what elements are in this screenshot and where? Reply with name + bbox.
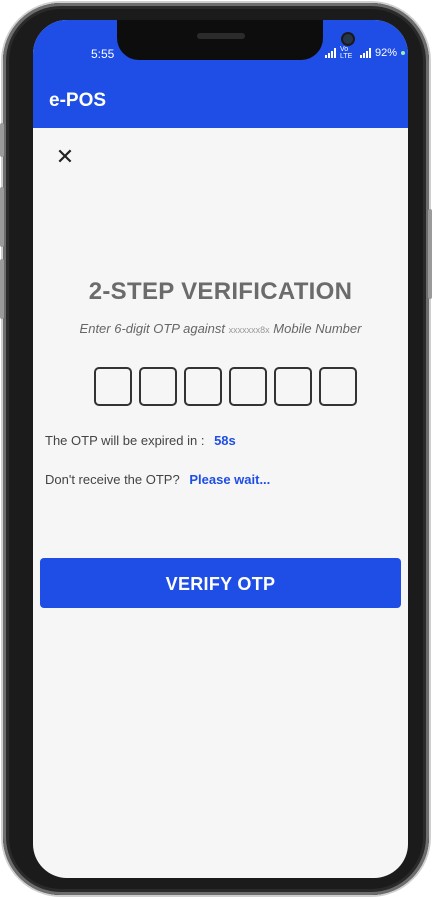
verify-otp-button[interactable]: VERIFY OTP	[40, 558, 401, 608]
otp-digit-6[interactable]	[319, 367, 357, 406]
otp-digit-2[interactable]	[139, 367, 177, 406]
otp-input-group	[94, 367, 357, 406]
otp-instruction: Enter 6-digit OTP against xxxxxxx8x Mobi…	[59, 320, 382, 339]
battery-icon	[401, 51, 406, 55]
masked-number: xxxxxxx8x	[228, 325, 270, 335]
close-icon[interactable]: ✕	[53, 146, 77, 170]
status-time: 5:55	[91, 47, 115, 61]
otp-digit-5[interactable]	[274, 367, 312, 406]
signal-icon	[325, 48, 336, 58]
resend-label: Don't receive the OTP?	[45, 472, 180, 487]
instruction-prefix: Enter 6-digit OTP against	[79, 321, 226, 336]
battery-level: 92%	[375, 47, 398, 59]
otp-digit-3[interactable]	[184, 367, 222, 406]
phone-notch	[117, 20, 353, 60]
page-title: 2-STEP VERIFICATION	[88, 278, 353, 305]
speaker-grille	[197, 33, 245, 39]
app-title: e-POS	[49, 90, 107, 111]
front-camera	[343, 34, 353, 44]
expiry-countdown: 58s	[214, 433, 236, 448]
power-button	[428, 209, 432, 299]
phone-frame: 5:55 Vo LTE 92% e-POS ✕ 2-STEP VERIFICAT…	[0, 3, 432, 895]
phone-screen: 5:55 Vo LTE 92% e-POS ✕ 2-STEP VERIFICAT…	[33, 20, 408, 878]
status-indicators: Vo LTE 92%	[325, 46, 406, 60]
expiry-label: The OTP will be expired in :	[45, 433, 205, 448]
volume-down-button	[0, 259, 4, 319]
signal-icon-2	[360, 48, 371, 58]
resend-line: Don't receive the OTP? Please wait...	[45, 472, 270, 487]
otp-digit-4[interactable]	[229, 367, 267, 406]
volte-label: Vo LTE	[340, 46, 353, 60]
volume-up-button	[0, 187, 4, 247]
instruction-suffix: Mobile Number	[273, 321, 362, 336]
mute-switch	[0, 123, 4, 157]
resend-link[interactable]: Please wait...	[189, 472, 270, 487]
otp-digit-1[interactable]	[94, 367, 132, 406]
otp-expiry-line: The OTP will be expired in : 58s	[45, 433, 236, 448]
